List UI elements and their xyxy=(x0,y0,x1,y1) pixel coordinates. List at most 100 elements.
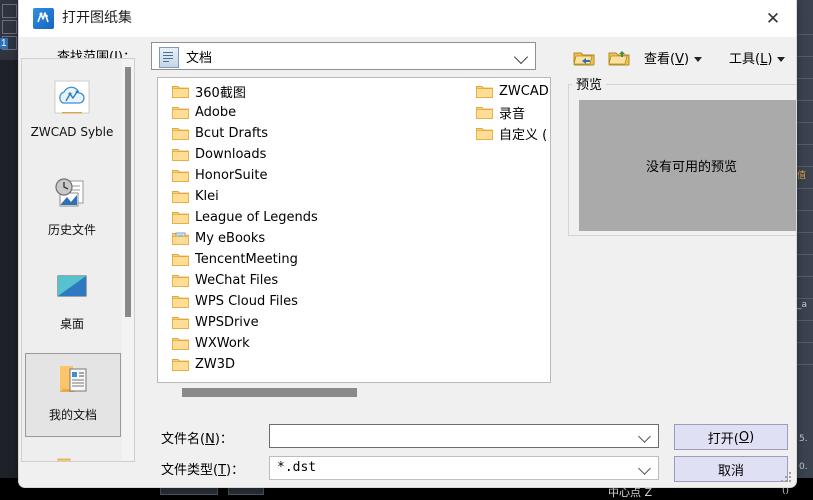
list-item[interactable]: ZWCAD xyxy=(476,81,549,102)
cad-tool-icon xyxy=(2,4,17,18)
sidebar-item-label: 桌面 xyxy=(59,317,84,331)
up-folder-icon[interactable] xyxy=(607,48,631,68)
chevron-down-icon[interactable] xyxy=(638,462,651,475)
list-item-label: Downloads xyxy=(195,147,267,162)
list-item-label: Adobe xyxy=(195,105,237,120)
open-button-pre: 打开( xyxy=(707,431,739,447)
cad-side-text: _a xyxy=(797,300,808,310)
cad-side-number: 5. xyxy=(799,434,808,444)
list-item[interactable]: 360截图 xyxy=(172,81,246,102)
folder-icon xyxy=(476,106,493,120)
sidebar-item-partial[interactable] xyxy=(25,447,119,461)
cancel-button[interactable]: 取消 xyxy=(674,456,788,482)
list-item[interactable]: WPS Cloud Files xyxy=(172,291,298,312)
file-list[interactable]: 360截图 Adobe Bcut Drafts Downloads HonorSuite… xyxy=(157,77,551,383)
filename-label-post: )： xyxy=(214,432,233,447)
tools-menu-pre: 工具( xyxy=(729,52,761,67)
list-item[interactable]: WeChat Files xyxy=(172,270,278,291)
view-menu-post: ) xyxy=(683,52,690,67)
list-item[interactable]: My eBooks xyxy=(172,228,265,249)
cad-right-grid xyxy=(795,0,813,500)
list-item[interactable]: Adobe xyxy=(172,102,236,123)
list-item-label: 自定义 ( xyxy=(499,128,548,143)
folder-icon xyxy=(50,453,94,461)
sidebar-item-desktop[interactable]: 桌面 xyxy=(25,263,119,345)
filetype-label: 文件类型(T)： xyxy=(161,459,244,478)
cad-side-number: 0. xyxy=(799,462,808,472)
list-item[interactable]: 录音 xyxy=(476,102,525,123)
list-item[interactable]: Klei xyxy=(172,186,219,207)
back-folder-icon[interactable] xyxy=(572,48,596,68)
open-button-accel: O xyxy=(738,429,750,445)
list-item[interactable]: League of Legends xyxy=(172,207,318,228)
chevron-down-icon[interactable] xyxy=(638,430,651,443)
view-menu-pre: 查看( xyxy=(644,52,676,67)
view-menu-accel: V xyxy=(675,52,684,67)
resize-grip[interactable] xyxy=(781,472,793,484)
list-item-label: WPSDrive xyxy=(195,315,259,330)
look-in-value: 文档 xyxy=(186,51,213,66)
places-scrollbar[interactable] xyxy=(122,59,134,461)
tools-menu[interactable]: 工具(L) xyxy=(729,48,786,67)
sidebar-item-history[interactable]: 历史文件 xyxy=(25,169,119,251)
list-item-label: TencentMeeting xyxy=(195,252,298,267)
filename-accel: N xyxy=(205,432,215,447)
places-scrollbar-thumb[interactable] xyxy=(125,67,131,317)
sidebar-item-my-documents[interactable]: 我的文档 xyxy=(25,353,121,437)
preview-legend: 预览 xyxy=(572,74,607,93)
filetype-select[interactable]: *.dst xyxy=(269,456,659,480)
list-item-label: HonorSuite xyxy=(195,168,268,183)
dialog-title: 打开图纸集 xyxy=(62,10,132,26)
zwcad-app-icon xyxy=(33,8,54,29)
chevron-down-icon[interactable] xyxy=(777,57,786,62)
open-button[interactable]: 打开(O) xyxy=(674,424,788,450)
history-icon xyxy=(50,175,94,215)
list-item[interactable]: ZW3D xyxy=(172,354,235,375)
filename-input[interactable] xyxy=(269,424,659,448)
preview-empty-text: 没有可用的预览 xyxy=(645,160,737,175)
list-item[interactable]: Bcut Drafts xyxy=(172,123,268,144)
horizontal-scrollbar-thumb[interactable] xyxy=(182,388,357,397)
list-item[interactable]: HonorSuite xyxy=(172,165,267,186)
folder-icon xyxy=(172,169,189,183)
chevron-down-icon[interactable] xyxy=(513,49,529,65)
sidebar-item-zwcad-syble[interactable]: ZWCAD Syble xyxy=(25,73,119,155)
folder-icon xyxy=(172,190,189,204)
list-item-label: WeChat Files xyxy=(195,273,279,288)
list-item-label: 360截图 xyxy=(195,86,246,101)
folder-icon xyxy=(172,106,189,120)
cad-tool-icon xyxy=(2,20,17,34)
look-in-combobox[interactable]: 文档 xyxy=(151,42,536,70)
places-sidebar: ZWCAD Syble 历史文件 桌面 我的文档 xyxy=(21,58,135,462)
folder-icon xyxy=(172,148,189,162)
cad-left-toolbar xyxy=(0,0,19,60)
cad-left-panel xyxy=(0,0,18,500)
documents-folder-icon xyxy=(159,47,179,68)
list-item-label: WPS Cloud Files xyxy=(195,294,298,309)
cad-left-badge: 1 xyxy=(0,38,8,49)
file-list-horizontal-scrollbar[interactable] xyxy=(157,388,551,399)
folder-icon xyxy=(172,127,189,141)
folder-icon xyxy=(172,274,189,288)
list-item-label: Klei xyxy=(195,189,219,204)
list-item[interactable]: 自定义 ( xyxy=(476,123,547,144)
sidebar-item-label: 我的文档 xyxy=(48,408,97,422)
list-item[interactable]: TencentMeeting xyxy=(172,249,298,270)
list-item-label: My eBooks xyxy=(195,231,266,246)
list-item-label: 录音 xyxy=(499,107,526,122)
chevron-down-icon[interactable] xyxy=(694,57,703,62)
list-item[interactable]: WXWork xyxy=(172,333,250,354)
close-icon[interactable]: ✕ xyxy=(750,0,796,37)
filetype-label-post: )： xyxy=(226,463,245,478)
open-button-post: ) xyxy=(749,429,755,445)
view-menu[interactable]: 查看(V) xyxy=(644,48,703,67)
list-item[interactable]: WPSDrive xyxy=(172,312,259,333)
cad-side-text: 值 xyxy=(797,171,807,181)
folder-icon xyxy=(476,127,493,141)
filetype-value: *.dst xyxy=(277,460,317,475)
list-item-label: ZWCAD xyxy=(499,84,549,99)
folder-icon xyxy=(172,358,189,372)
list-item[interactable]: Downloads xyxy=(172,144,266,165)
sidebar-item-label: 历史文件 xyxy=(47,223,96,237)
filetype-accel: T xyxy=(218,463,227,478)
